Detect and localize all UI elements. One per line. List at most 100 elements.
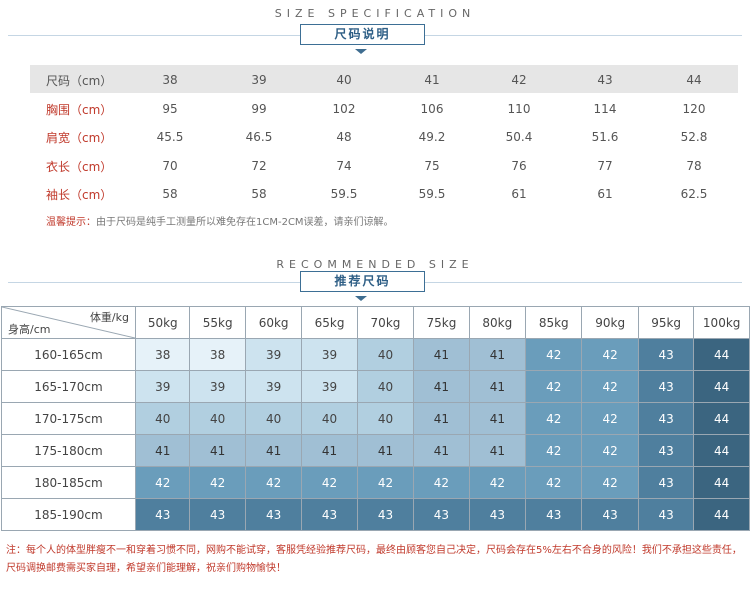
size-spec-cell: 110 [507,101,531,116]
size-spec-cell: 41 [424,73,440,87]
tip-text: 温馨提示：由于尺码是纯手工测量所以难免存在1CM-2CM误差，请亲们谅解。 [46,213,394,228]
recommended-size-cell: 38 [189,338,246,371]
size-spec-cell: 59.5 [418,187,446,201]
corner-header: 体重/kg 身高/cm [1,306,136,339]
size-spec-title-badge: 尺码说明 [300,24,425,45]
recommended-size-cell: 41 [244,434,303,467]
size-spec-row: 尺码（cm） 38 39 40 41 42 43 44 [30,65,738,93]
size-spec-cell: 51.6 [591,130,619,144]
size-spec-cell: 76 [511,158,527,173]
recommended-size-cell: 41 [356,434,415,467]
size-spec-row-label: 袖长（cm） [46,188,113,202]
size-spec-cell: 102 [332,101,356,116]
recommended-size-cell: 40 [301,402,358,435]
size-spec-cell: 78 [686,158,702,173]
recommended-size-cell: 41 [301,434,358,467]
weight-header: 85kg [525,306,583,339]
recommended-size-cell: 41 [413,338,470,371]
size-spec-row-label: 肩宽（cm） [46,131,113,145]
recommended-size-cell: 42 [581,434,639,467]
recommended-size-cell: 44 [693,466,750,499]
weight-header: 95kg [637,306,695,339]
recommended-size-cell: 43 [356,498,415,531]
footer-note: 注：每个人的体型胖瘦不一和穿着习惯不同，网购不能试穿，客服凭经验推荐尺码，最终由… [6,545,742,574]
weight-header: 70kg [356,306,415,339]
table-row: 185-190cm 43 43 43 43 43 43 43 43 43 43 44 [1,498,750,531]
size-spec-cell: 95 [162,101,178,116]
recommended-size-cell: 39 [189,370,246,403]
triangle-down-icon [355,296,367,301]
triangle-down-icon [355,49,367,54]
recommended-size-cell: 44 [693,402,750,435]
weight-header: 80kg [468,306,527,339]
height-axis-label: 身高/cm [8,323,51,336]
recommended-size-cell: 38 [134,338,191,371]
recommended-size-cell: 39 [301,338,358,371]
recommended-size-cell: 42 [301,466,358,499]
recommended-size-cell: 43 [637,338,695,371]
recommend-title: 推荐尺码 [334,274,391,288]
recommended-size-cell: 40 [356,338,415,371]
recommended-size-cell: 42 [581,370,639,403]
size-spec-cell: 43 [597,73,613,87]
weight-header: 55kg [189,306,246,339]
recommended-size-cell: 40 [244,402,303,435]
size-spec-cell: 59.5 [330,187,358,201]
recommended-size-cell: 42 [525,338,583,371]
size-spec-row-label: 胸围（cm） [46,102,113,117]
size-spec-cell: 99 [251,101,267,116]
recommend-english-title: RECOMMENDED SIZE [276,258,474,271]
table-row: 160-165cm 38 38 39 39 40 41 41 42 42 43 44 [1,338,750,371]
recommended-size-cell: 42 [468,466,527,499]
size-spec-row-label: 尺码（cm） [46,74,113,88]
table-row: 175-180cm 41 41 41 41 41 41 41 42 42 43 44 [1,434,750,467]
size-spec-cell: 42 [511,73,527,87]
size-spec-row: 衣长（cm） 70 72 74 75 76 77 78 [30,151,738,179]
recommended-size-cell: 42 [134,466,191,499]
recommended-size-cell: 42 [581,402,639,435]
recommended-size-cell: 39 [134,370,191,403]
recommended-size-cell: 43 [637,466,695,499]
recommended-size-cell: 43 [637,498,695,531]
size-spec-row: 袖长（cm） 58 58 59.5 59.5 61 61 62.5 [30,179,738,207]
height-range-label: 165-170cm [1,370,136,403]
recommended-size-cell: 41 [468,338,527,371]
weight-header: 60kg [244,306,303,339]
recommended-size-cell: 41 [468,402,527,435]
height-range-label: 185-190cm [1,498,136,531]
recommended-size-cell: 39 [301,370,358,403]
size-spec-english-title: SIZE SPECIFICATION [274,7,476,20]
tip-content: 由于尺码是纯手工测量所以难免存在1CM-2CM误差，请亲们谅解。 [96,217,394,228]
recommended-size-cell: 44 [693,498,750,531]
size-spec-cell: 52.8 [680,130,708,144]
recommended-size-cell: 42 [244,466,303,499]
recommended-size-cell: 42 [581,338,639,371]
weight-header: 75kg [413,306,470,339]
size-spec-cell: 50.4 [505,130,533,144]
recommended-size-cell: 43 [581,498,639,531]
size-spec-cell: 46.5 [245,130,273,144]
recommended-size-cell: 40 [356,370,415,403]
size-spec-cell: 58 [162,187,178,201]
size-spec-cell: 62.5 [680,187,708,201]
size-spec-cell: 40 [336,73,352,87]
weight-header: 50kg [134,306,191,339]
recommended-size-cell: 40 [356,402,415,435]
table-row: 170-175cm 40 40 40 40 40 41 41 42 42 43 44 [1,402,750,435]
weight-header: 100kg [693,306,750,339]
recommended-size-cell: 42 [189,466,246,499]
weight-header: 90kg [581,306,639,339]
recommended-size-cell: 42 [413,466,470,499]
height-range-label: 175-180cm [1,434,136,467]
recommended-size-cell: 41 [468,434,527,467]
recommended-size-cell: 44 [693,370,750,403]
weight-axis-label: 体重/kg [89,311,129,324]
size-spec-cell: 61 [511,187,527,201]
recommended-size-cell: 41 [468,370,527,403]
size-spec-cell: 44 [686,73,702,87]
recommended-size-cell: 43 [413,498,470,531]
size-spec-row: 胸围（cm） 95 99 102 106 110 114 120 [30,94,738,122]
recommended-size-cell: 41 [134,434,191,467]
size-spec-cell: 61 [597,187,613,201]
recommended-size-cell: 43 [637,370,695,403]
